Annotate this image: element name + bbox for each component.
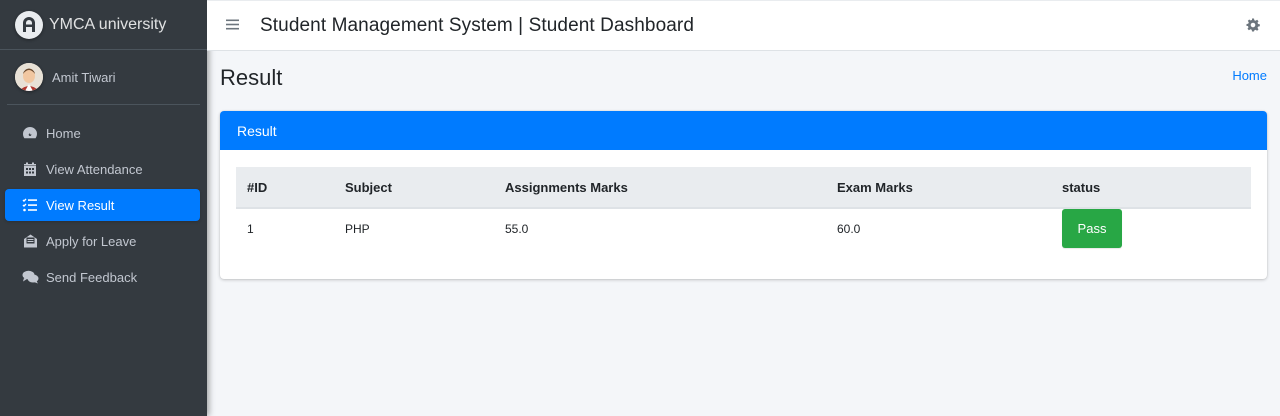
sidebar-item-view-result[interactable]: View Result (5, 189, 200, 221)
hamburger-menu-icon[interactable] (226, 18, 246, 33)
page-title: Result (220, 65, 283, 90)
list-icon (21, 197, 39, 213)
sidebar-item-label: Send Feedback (46, 269, 138, 285)
envelope-open-icon (21, 233, 39, 249)
user-name: Amit Tiwari (52, 69, 116, 85)
topbar: Student Management System | Student Dash… (207, 0, 1280, 51)
sidebar-item-home[interactable]: Home (5, 117, 200, 149)
card-header: Result (220, 111, 1267, 150)
cell-assignments-marks: 55.0 (505, 221, 529, 236)
column-header-exam-marks: Exam Marks (826, 167, 1051, 209)
cell-status: Pass (1051, 208, 1251, 248)
brand-link[interactable]: YMCA university (0, 0, 207, 50)
result-card: Result #ID Subject Assignments Marks Exa… (220, 111, 1267, 279)
card-title: Result (237, 122, 277, 139)
calendar-icon (21, 161, 39, 177)
main-content: Result Home Result #ID Subject Assignmen… (207, 51, 1280, 416)
sidebar-item-label: Home (46, 125, 81, 141)
table-header-row: #ID Subject Assignments Marks Exam Marks… (236, 167, 1251, 209)
cell-exam-marks: 60.0 (837, 221, 861, 236)
column-header-id: #ID (236, 167, 334, 209)
sidebar-item-label: Apply for Leave (46, 233, 137, 249)
sidebar-item-label: View Attendance (46, 161, 143, 177)
sidebar-item-label: View Result (46, 197, 115, 213)
sidebar-item-send-feedback[interactable]: Send Feedback (5, 261, 200, 293)
gear-icon[interactable] (1246, 18, 1260, 35)
pass-status-button[interactable]: Pass (1062, 209, 1122, 248)
sidebar-nav: Home View Attendance View Result Apply f… (0, 105, 207, 293)
dashboard-icon (21, 125, 39, 141)
column-header-status: status (1051, 167, 1251, 209)
brand-logo-icon (15, 10, 43, 39)
column-header-assignments-marks: Assignments Marks (494, 167, 826, 209)
table-row: 1 PHP 55.0 60.0 Pass (236, 208, 1251, 248)
cell-subject: PHP (345, 221, 370, 236)
result-table: #ID Subject Assignments Marks Exam Marks… (236, 167, 1251, 248)
column-header-subject: Subject (334, 167, 494, 209)
page-header: Result Home (207, 51, 1280, 111)
user-panel[interactable]: Amit Tiwari (7, 50, 200, 105)
sidebar-item-view-attendance[interactable]: View Attendance (5, 153, 200, 185)
app-title: Student Management System | Student Dash… (260, 14, 695, 36)
avatar (15, 63, 43, 91)
breadcrumb-home-link[interactable]: Home (1232, 68, 1267, 83)
brand-name: YMCA university (49, 15, 167, 33)
cell-id: 1 (247, 221, 254, 236)
sidebar: YMCA university Amit Tiwari Home View At (0, 0, 207, 416)
comments-icon (21, 269, 39, 285)
sidebar-item-apply-for-leave[interactable]: Apply for Leave (5, 225, 200, 257)
